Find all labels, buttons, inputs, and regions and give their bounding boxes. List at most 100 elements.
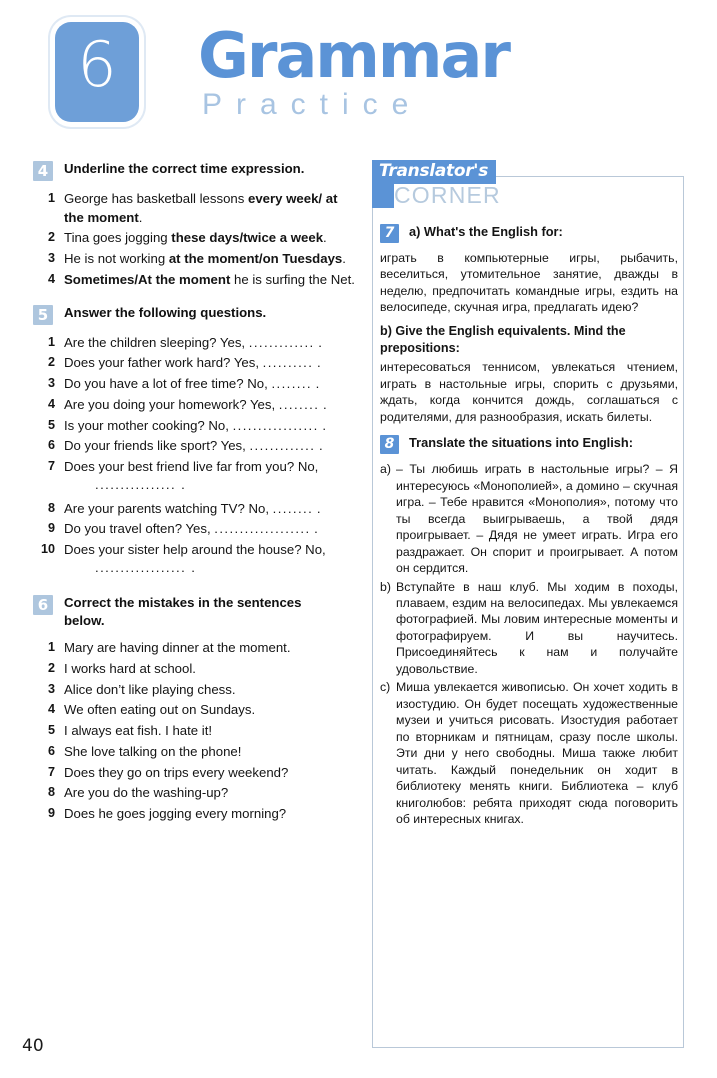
page-number: 40 (22, 1036, 44, 1056)
list-item-text: Does he goes jogging every morning? (64, 805, 287, 821)
list-item: 9 Do you travel often? Yes, .............… (33, 520, 358, 539)
exercise-7: 7 a) What's the English for: играть в ко… (380, 224, 678, 425)
list-item-number: 1 (47, 191, 55, 205)
exercise-5-title: Answer the following questions. (64, 304, 267, 320)
list-item-text: Do your friends like sport? Yes, .......… (64, 438, 323, 454)
list-item-number: 2 (47, 355, 55, 370)
list-item-letter: c) (380, 680, 391, 695)
list-item-number: 9 (47, 521, 55, 536)
exercise-5-list: 1 Are the children sleeping? Yes, .......… (33, 334, 358, 581)
list-item-text: Mary are having dinner at the moment. (64, 640, 291, 656)
list-item-number: 6 (47, 743, 55, 758)
exercise-4-header: 4 Underline the correct time expression. (33, 160, 358, 181)
list-item-number: 7 (47, 764, 55, 779)
list-item-text: Does your best friend live far from you?… (64, 459, 319, 492)
list-item: 2 Tina goes jogging these days/twice a we… (33, 229, 358, 248)
unit-number: 6 (77, 28, 117, 101)
exercise-7-badge: 7 (380, 224, 399, 243)
list-item-number: 8 (47, 785, 55, 800)
exercise-6-badge: 6 (33, 595, 53, 616)
list-item: 2 I works hard at school. (33, 660, 358, 679)
list-item-text: Tina goes jogging these days/twice a wee… (64, 230, 327, 246)
list-item-letter: b) (380, 579, 391, 594)
exercise-8-badge: 8 (380, 435, 399, 455)
list-item-number: 5 (47, 723, 55, 738)
list-item: 8 Are your parents watching TV? No, .....… (33, 500, 358, 519)
exercise-8-title: Translate the situations into English: (409, 435, 633, 451)
list-item-text: He is not working at the moment/on Tuesd… (64, 251, 346, 267)
page-title: Grammar (198, 19, 511, 92)
list-item-text: Are the children sleeping? Yes, ........… (64, 334, 322, 350)
list-item: c) Миша увлекается живописью. Он хочет хо… (380, 679, 678, 827)
exercise-8-list: a) – Ты любишь играть в настольные игры? … (380, 461, 678, 827)
list-item-number: 4 (47, 396, 55, 411)
exercise-6-header: 6 Correct the mistakes in the sentences … (33, 594, 358, 630)
list-item: 10 Does your sister help around the house… (33, 541, 358, 580)
list-item: 2 Does your father work hard? Yes, ......… (33, 354, 358, 373)
list-item-number: 7 (47, 459, 55, 474)
list-item: 6 She love talking on the phone! (33, 743, 358, 762)
list-item-number: 5 (47, 417, 55, 432)
list-item-number: 4 (47, 271, 55, 286)
list-item-number: 1 (47, 334, 55, 349)
exercise-4: 4 Underline the correct time expression.… (33, 160, 358, 290)
list-item-text: We often eating out on Sundays. (64, 702, 256, 718)
list-item-text: Do you travel often? Yes, ..............… (64, 521, 318, 537)
list-item-number: 10 (40, 542, 55, 557)
list-item: 7 Does they go on trips every weekend? (33, 764, 358, 783)
list-item-number: 8 (47, 500, 55, 515)
list-item-text: Вступайте в наш клуб. Мы ходим в походы,… (396, 579, 678, 676)
exercise-7-title-a: a) What's the English for: (409, 224, 563, 239)
exercise-4-badge: 4 (33, 161, 53, 181)
exercise-5-badge: 5 (33, 304, 53, 325)
list-item-number: 1 (47, 640, 55, 655)
list-item-number: 3 (47, 251, 55, 266)
list-item-number: 6 (47, 438, 55, 453)
list-item-number: 9 (47, 805, 55, 820)
list-item-text: – Ты любишь играть в настольные игры? – … (396, 462, 678, 576)
list-item: 4 Sometimes/At the moment he is surfing t… (33, 271, 358, 290)
list-item-text: I always eat fish. I hate it! (64, 723, 213, 739)
list-item: 1 Mary are having dinner at the moment. (33, 639, 358, 658)
exercise-5: 5 Answer the following questions. 1 Are t… (33, 304, 358, 581)
list-item-text: Миша увлекается живописью. Он хочет ходи… (396, 680, 678, 827)
translators-corner-content: 7 a) What's the English for: играть в ко… (380, 220, 678, 830)
list-item-number: 3 (47, 376, 55, 391)
list-item: b) Вступайте в наш клуб. Мы ходим в поход… (380, 579, 678, 678)
list-item: 3 He is not working at the moment/on Tues… (33, 250, 358, 269)
list-item: a) – Ты любишь играть в настольные игры? … (380, 461, 678, 576)
exercise-6-title: Correct the mistakes in the sentences be… (64, 595, 302, 629)
list-item: 1 Are the children sleeping? Yes, .......… (33, 334, 358, 353)
exercise-8: 8 Translate the situations into English:… (380, 435, 678, 827)
list-item: 3 Do you have a lot of free time? No, ...… (33, 375, 358, 394)
list-item-text: Alice don’t like playing chess. (64, 681, 236, 697)
unit-number-badge: 6 (55, 22, 139, 122)
page-subtitle: Practice (202, 88, 423, 121)
exercise-6-list: 1 Mary are having dinner at the moment. 2 I… (33, 639, 358, 824)
list-item-letter: a) (380, 462, 391, 477)
list-item: 9 Does he goes jogging every morning? (33, 805, 358, 824)
exercise-4-title: Underline the correct time expression. (64, 161, 305, 176)
exercise-7-title-b: b) Give the English equivalents. Mind th… (380, 323, 626, 355)
list-item-text: Are you do the washing-up? (64, 785, 229, 801)
corner-label-backdrop (372, 182, 394, 208)
list-item-number: 4 (47, 702, 55, 717)
exercise-7-header: 7 a) What's the English for: (380, 224, 678, 243)
exercise-8-header: 8 Translate the situations into English: (380, 435, 678, 455)
exercise-7-text-a: играть в компьютерные игры, рыбачить, ве… (380, 251, 678, 315)
translators-corner-label: Translator's CORNER (372, 160, 501, 208)
list-item-number: 3 (47, 681, 55, 696)
exercise-5-header: 5 Answer the following questions. (33, 304, 358, 325)
list-item-text: Is your mother cooking? No, ............… (64, 417, 327, 433)
left-column: 4 Underline the correct time expression.… (33, 160, 358, 830)
list-item-number: 2 (47, 230, 55, 245)
list-item-text: I works hard at school. (64, 660, 196, 676)
exercise-6: 6 Correct the mistakes in the sentences … (33, 594, 358, 823)
list-item: 8 Are you do the washing-up? (33, 784, 358, 803)
list-item: 6 Do your friends like sport? Yes, ......… (33, 437, 358, 456)
list-item-text: George has basketball lessons every week… (64, 191, 338, 225)
list-item: 4 We often eating out on Sundays. (33, 701, 358, 720)
list-item-text: Do you have a lot of free time? No, ....… (64, 376, 320, 392)
translators-corner-top-rule (490, 176, 684, 177)
list-item-text: Are your parents watching TV? No, ......… (64, 500, 321, 516)
